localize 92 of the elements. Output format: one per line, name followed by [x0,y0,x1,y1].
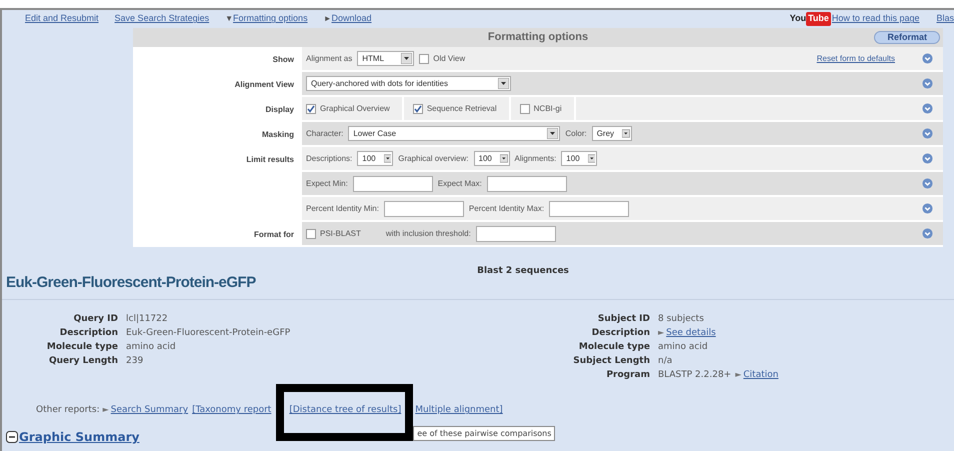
nav-link[interactable]: Edit and Resubmit [25,12,99,26]
field-label: Alignment as [306,52,352,64]
program-title: Blast 2 sequences [477,266,569,276]
dropdown[interactable]: Lower Case [348,126,560,141]
row-label: Display [266,104,294,116]
info-label: Molecule type [578,341,650,354]
info-label: Subject Length [572,355,650,368]
caret-icon [401,53,412,64]
info-label: Query ID [72,313,118,326]
field-label: Percent Identity Min: [306,202,379,214]
info-value: lcl|11722 [126,313,168,326]
report-link[interactable]: ► Search Summary [102,405,188,416]
dropdown[interactable]: 100 [474,151,510,166]
caret-icon [384,153,392,164]
caret-icon [622,128,630,139]
caret-icon [500,153,508,164]
caret-icon [547,128,558,139]
row-label: Masking [262,128,294,140]
checkbox-label: Sequence Retrieval [426,102,497,114]
checkbox[interactable] [306,104,316,114]
caret-icon [498,78,509,89]
info-value: Euk-Green-Fluorescent-Protein-eGFP [126,327,290,340]
input-field[interactable] [476,226,556,242]
checkbox[interactable] [419,54,430,64]
help-link[interactable]: How to read this page [832,12,920,26]
nav-link[interactable]: Save Search Strategies [114,12,210,26]
help-icon[interactable] [922,53,933,64]
checkbox[interactable] [412,104,423,114]
info-value: n/a [658,355,672,368]
field-label: Alignments: [514,152,556,164]
nav-link[interactable]: ▼Formatting options [225,12,308,26]
help-icon[interactable] [922,228,933,239]
info-label: Description [58,327,118,340]
input-field[interactable] [486,176,567,192]
checkbox-label: Graphical Overview [320,102,390,114]
help-icon[interactable] [922,203,933,214]
dropdown[interactable]: Query-anchored with dots for identities [306,76,511,91]
info-label: Molecule type [46,341,118,354]
dropdown[interactable]: 100 [357,151,394,166]
field-label: Descriptions: [306,152,352,164]
info-label: Subject ID [596,313,650,326]
field-label: Character: [306,128,344,140]
caret-icon [588,153,596,164]
row-label: Alignment View [234,78,294,90]
checkbox[interactable] [520,104,530,114]
input-field[interactable] [549,200,630,216]
info-label: Program [605,369,650,382]
report-link[interactable]: [Taxonomy report [192,405,272,416]
field-label: Percent Identity Max: [468,202,544,214]
nav-link[interactable]: ►Download [324,12,372,26]
field-label: Expect Max: [438,178,482,190]
dropdown[interactable]: Grey [592,126,632,141]
panel-title: Formatting options [488,30,588,46]
reset-link[interactable]: Reset form to defaults [816,52,895,64]
dropdown[interactable]: HTML [357,51,414,66]
reformat-button[interactable]: Reformat [874,31,940,44]
input-field[interactable] [384,200,464,216]
input-field[interactable] [352,176,433,192]
info-value: amino acid [126,341,176,354]
info-value: BLASTP 2.2.28+ [658,369,732,382]
checkbox-label: Old View [433,52,466,64]
help-icon[interactable] [922,78,933,89]
field-label: with inclusion threshold: [386,228,471,240]
collapse-icon[interactable] [6,431,18,443]
info-value: amino acid [658,341,708,354]
help-icon[interactable] [922,103,933,114]
query-title: Euk-Green-Fluorescent-Protein-eGFP [6,274,256,291]
help-icon[interactable] [922,178,933,189]
checkbox[interactable] [306,228,316,238]
row-label: Format for [254,228,294,240]
tooltip: ee of these pairwise comparisons [413,426,556,442]
report-link[interactable]: [Distance tree of results] [289,405,402,416]
checkbox-label: PSI-BLAST [320,228,361,240]
section-title[interactable]: Graphic Summary [19,428,140,446]
info-link[interactable]: ► Citation [735,368,778,382]
row-label: Show [272,54,294,66]
info-value: 239 [126,355,144,368]
info-link[interactable]: ► See details [658,326,716,340]
field-label: Graphical overview: [398,152,468,164]
info-value: 8 subjects [658,313,704,326]
row-label: Limit results [246,154,294,166]
info-label: Query Length [48,355,118,368]
report-link[interactable]: Multiple alignment] [415,405,503,416]
help-icon[interactable] [922,153,933,164]
field-label: Color: [565,128,587,140]
checkbox-label: NCBI-gi [534,102,562,114]
dropdown[interactable]: 100 [561,151,598,166]
help-icon[interactable] [922,128,933,139]
field-label: Expect Min: [306,178,348,190]
other-reports-label: Other reports: [36,404,100,418]
nav-link[interactable]: Blas [936,12,954,26]
info-label: Description [590,327,650,340]
